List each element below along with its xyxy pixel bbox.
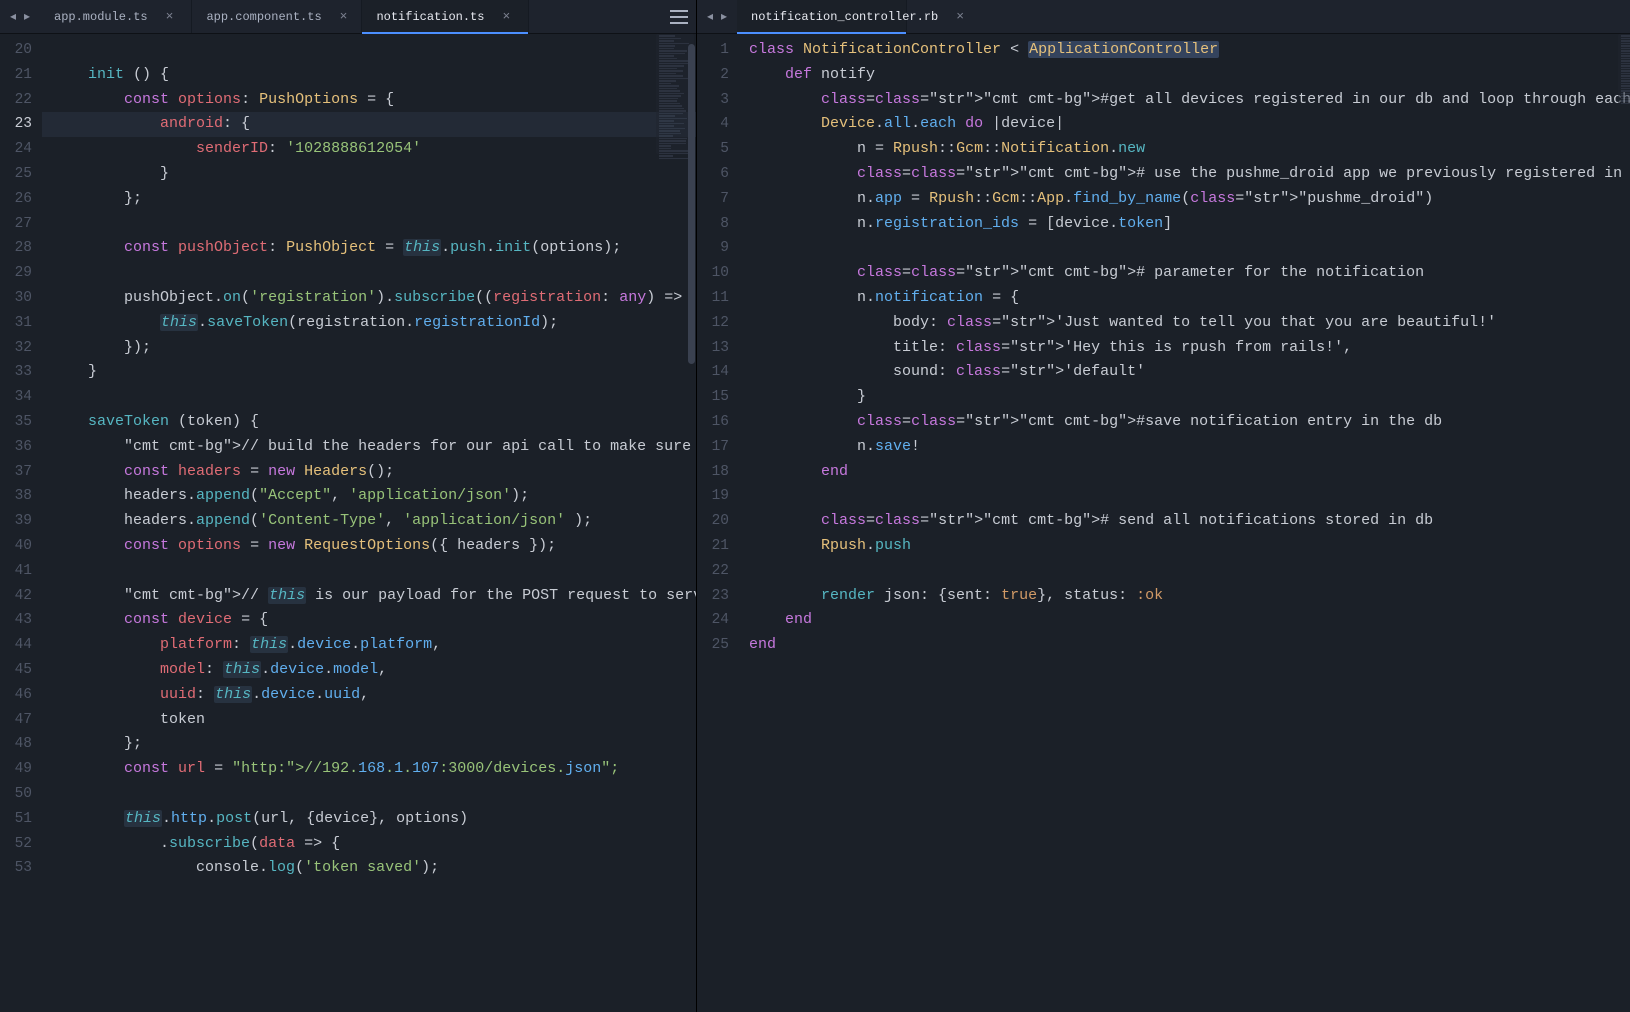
minimap-right[interactable] [1618, 34, 1630, 104]
tab-label: app.component.ts [206, 10, 321, 24]
code-area-left[interactable]: init () { const options: PushOptions = {… [42, 34, 696, 1012]
tab-label: notification_controller.rb [751, 10, 938, 24]
close-icon[interactable]: × [166, 9, 174, 24]
scrollbar-thumb[interactable] [688, 44, 695, 364]
close-icon[interactable]: × [340, 9, 348, 24]
tab-bar-right: ◂ ▸ notification_controller.rb × [697, 0, 1630, 34]
tab-notification-ts[interactable]: notification.ts × [362, 0, 529, 33]
tab-next-icon[interactable]: ▸ [20, 10, 34, 24]
pane-menu-icon[interactable] [662, 0, 696, 33]
editor-pane-left: ◂ ▸ app.module.ts × app.component.ts × n… [0, 0, 697, 1012]
editor-split: ◂ ▸ app.module.ts × app.component.ts × n… [0, 0, 1630, 1012]
tab-app-module[interactable]: app.module.ts × [40, 0, 192, 33]
close-icon[interactable]: × [956, 9, 964, 24]
tab-nav-left: ◂ ▸ [0, 0, 40, 33]
tab-nav-right: ◂ ▸ [697, 0, 737, 33]
close-icon[interactable]: × [502, 9, 510, 24]
tab-label: notification.ts [376, 10, 484, 24]
tabs-left: app.module.ts × app.component.ts × notif… [40, 0, 662, 33]
code-editor-right[interactable]: 1234567891011121314151617181920212223242… [697, 34, 1630, 1012]
tab-app-component[interactable]: app.component.ts × [192, 0, 362, 33]
tab-bar-left: ◂ ▸ app.module.ts × app.component.ts × n… [0, 0, 696, 34]
editor-pane-right: ◂ ▸ notification_controller.rb × 1234567… [697, 0, 1630, 1012]
tab-notification-controller[interactable]: notification_controller.rb × [737, 0, 907, 33]
tab-prev-icon[interactable]: ◂ [703, 10, 717, 24]
line-gutter-left: 2021222324252627282930313233343536373839… [0, 34, 42, 1012]
tabs-right: notification_controller.rb × [737, 0, 1624, 33]
scrollbar-left[interactable] [687, 34, 696, 1012]
tab-prev-icon[interactable]: ◂ [6, 10, 20, 24]
pane-menu-icon[interactable] [1624, 0, 1630, 33]
code-editor-left[interactable]: 2021222324252627282930313233343536373839… [0, 34, 696, 1012]
line-gutter-right: 1234567891011121314151617181920212223242… [697, 34, 739, 1012]
tab-next-icon[interactable]: ▸ [717, 10, 731, 24]
code-area-right[interactable]: class NotificationController < Applicati… [739, 34, 1630, 1012]
tab-label: app.module.ts [54, 10, 148, 24]
